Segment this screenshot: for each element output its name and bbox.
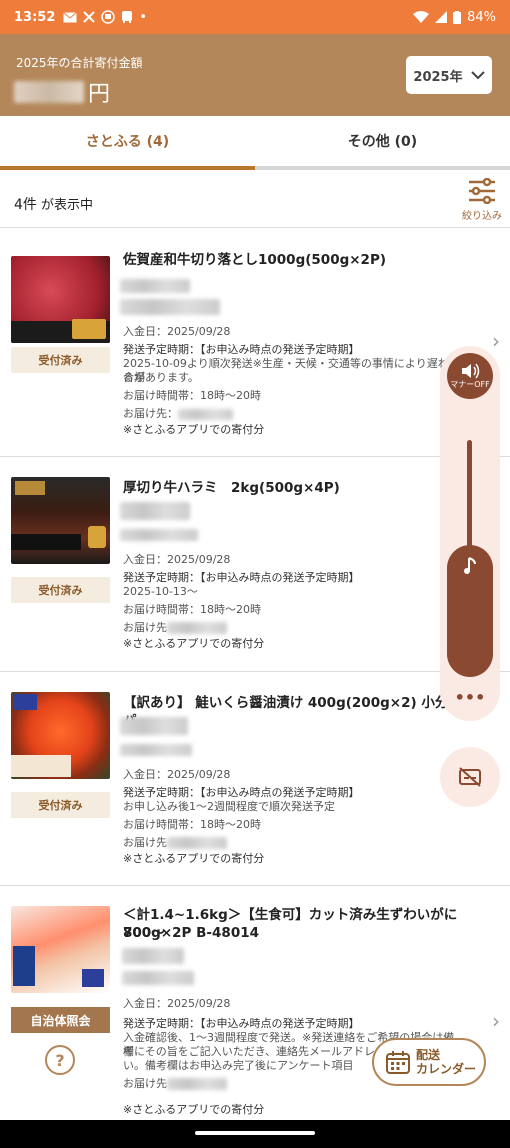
result-count-bar: 4件 が表示中 絞り込み (0, 170, 510, 228)
chevron-down-icon (470, 70, 485, 79)
calendar-icon (386, 1051, 410, 1074)
dot-icon: • (139, 9, 148, 25)
ship-schedule: 発送予定時期：【お申込み時点の発送予定時期】 (123, 786, 360, 799)
redacted-text (167, 837, 227, 849)
tab-satofuru[interactable]: さとふる (4) (0, 116, 255, 170)
year-select-button[interactable]: 2025年 (406, 56, 492, 94)
filter-label: 絞り込み (462, 211, 502, 222)
currency-label: 円 (88, 82, 111, 107)
ship-detail: 合があります。 (123, 371, 199, 384)
help-button[interactable]: ? (45, 1045, 75, 1075)
volume-slider-track[interactable] (467, 440, 472, 550)
deposit-date: 入金日：2025/09/28 (123, 325, 231, 338)
redacted-text (120, 717, 188, 735)
delivery-address-label: お届け先： (123, 407, 178, 420)
redacted-text (122, 948, 184, 964)
status-badge: 受付済み (11, 792, 110, 818)
donation-item[interactable]: 受付済み 【訳あり】 鮭いくら醤油漬け 400g(200g×2) 小分けパ 入金… (0, 672, 510, 886)
delivery-address-label: お届け先 (123, 621, 167, 634)
calendar-label-line1: 配送 (416, 1048, 441, 1062)
wifi-icon (413, 11, 430, 23)
product-image (11, 256, 110, 343)
more-options-icon[interactable]: ••• (447, 688, 493, 718)
redacted-text (120, 744, 192, 756)
product-image (11, 906, 110, 993)
status-badge: 自治体照会 (11, 1007, 110, 1033)
ringer-toggle-button[interactable]: マナーOFF (447, 353, 493, 399)
redacted-text (120, 299, 220, 315)
deposit-date: 入金日：2025/09/28 (123, 997, 231, 1010)
delivery-time: お届け時間帯：18時～20時 (123, 603, 261, 616)
ship-schedule: 発送予定時期：【お申込み時点の発送予定時期】 (123, 343, 360, 356)
donation-item[interactable]: 受付済み 佐賀産和牛切り落とし1000g(500g×2P) 入金日：2025/0… (0, 229, 510, 457)
result-count: 4件 が表示中 (14, 194, 93, 214)
delivery-address-label: お届け先 (123, 836, 167, 849)
redacted-text (120, 502, 190, 520)
result-count-number: 4件 (14, 197, 37, 213)
donation-note: ※さとふるアプリでの寄付分 (123, 1103, 265, 1116)
speaker-icon (462, 363, 480, 378)
battery-level: 84% (467, 9, 496, 25)
tab-other[interactable]: その他 (0) (255, 116, 510, 166)
redacted-text (120, 529, 198, 541)
item-title: 佐賀産和牛切り落とし1000g(500g×2P) (123, 252, 387, 268)
ship-schedule: 発送予定時期：【お申込み時点の発送予定時期】 (123, 571, 360, 584)
item-title-continued: 800g×2P B-48014 (123, 925, 260, 941)
filter-icon (469, 177, 495, 205)
manner-label: マナーOFF (450, 379, 490, 389)
product-image (11, 477, 110, 564)
donation-item[interactable]: 受付済み 厚切り牛ハラミ 2kg(500g×4P) 入金日：2025/09/28… (0, 457, 510, 672)
summary-amount: 円 (14, 76, 110, 108)
redacted-text (178, 408, 233, 420)
status-bar: 13:52 • 84% (0, 0, 510, 34)
home-gesture-handle[interactable] (195, 1131, 315, 1135)
ship-detail: 2025-10-13～ (123, 585, 198, 598)
donation-note: ※さとふるアプリでの寄付分 (123, 852, 265, 865)
summary-header: 2025年の合計寄付金額 円 2025年 (0, 34, 510, 116)
year-label: 2025年 (413, 69, 463, 85)
calendar-label-line2: カレンダー (416, 1062, 477, 1076)
live-caption-button[interactable] (440, 747, 500, 807)
amount-redacted (14, 81, 84, 103)
delivery-time: お届け時間帯：18時～20時 (123, 818, 261, 831)
bus-icon (122, 11, 133, 23)
chevron-right-icon: › (492, 1009, 500, 1033)
product-image (11, 692, 110, 779)
redacted-text (167, 622, 227, 634)
volume-slider[interactable] (447, 545, 493, 677)
redacted-text (120, 279, 190, 293)
delivery-address: お届け先 (123, 836, 458, 850)
summary-label: 2025年の合計寄付金額 (16, 56, 143, 70)
deposit-date: 入金日：2025/09/28 (123, 553, 231, 566)
status-badge: 受付済み (11, 347, 110, 373)
item-title: 厚切り牛ハラミ 2kg(500g×4P) (123, 480, 340, 496)
donation-note: ※さとふるアプリでの寄付分 (123, 423, 265, 436)
system-nav-bar (0, 1120, 510, 1148)
caption-off-icon (459, 767, 481, 787)
status-time: 13:52 (14, 9, 56, 25)
mail-icon (63, 11, 78, 22)
battery-icon (453, 10, 462, 24)
delivery-address: お届け先： (123, 407, 458, 421)
delivery-calendar-button[interactable]: 配送 カレンダー (372, 1038, 486, 1086)
filter-button[interactable]: 絞り込み (460, 177, 504, 222)
redacted-text (122, 971, 194, 985)
delivery-address: お届け先 (123, 621, 458, 635)
chevron-right-icon: › (492, 329, 500, 353)
donation-note: ※さとふるアプリでの寄付分 (123, 637, 265, 650)
ship-detail: お申し込み後1～2週間程度で順次発送予定 (123, 800, 335, 813)
result-count-suffix: が表示中 (36, 198, 94, 213)
train-icon (101, 10, 116, 24)
status-badge: 受付済み (11, 577, 110, 603)
delivery-time: お届け時間帯：18時～20時 (123, 389, 261, 402)
signal-icon (435, 11, 448, 23)
x-icon (83, 11, 96, 23)
music-note-icon (464, 557, 476, 574)
delivery-address-label: お届け先 (123, 1077, 167, 1090)
ship-schedule: 発送予定時期：【お申込み時点の発送予定時期】 (123, 1017, 360, 1030)
redacted-text (167, 1078, 227, 1090)
tab-bar: さとふる (4) その他 (0) (0, 116, 510, 170)
deposit-date: 入金日：2025/09/28 (123, 768, 231, 781)
